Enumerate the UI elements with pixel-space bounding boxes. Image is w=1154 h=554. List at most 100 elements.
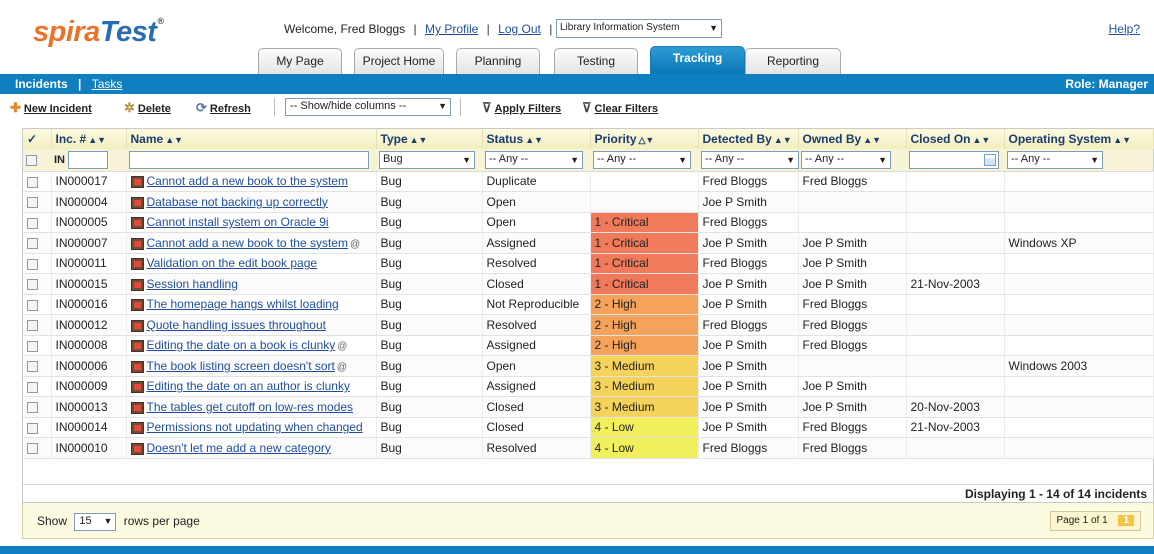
spiratest-logo[interactable]: spiraTest® [33,16,164,49]
os-filter-select[interactable]: -- Any -- ▼ [1007,150,1103,169]
page-number-button[interactable]: 1 [1118,515,1134,526]
incident-name-link[interactable]: Editing the date on a book is clunky [147,338,336,352]
table-row[interactable]: IN000013 The tables get cutoff on low-res… [23,396,1154,418]
table-row[interactable]: IN000012 Quote handling issues throughout… [23,314,1154,336]
owned-by-filter-select[interactable]: -- Any -- ▼ [801,150,891,169]
closed-on-filter-input[interactable] [909,150,999,169]
row-checkbox[interactable] [27,402,38,414]
attachment-icon: @ [337,341,348,353]
log-out-link[interactable]: Log Out [498,22,541,36]
show-hide-columns-select[interactable]: -- Show/hide columns -- ▼ [285,98,451,116]
table-row[interactable]: IN000005 Cannot install system on Oracle … [23,212,1154,233]
row-checkbox[interactable] [27,176,38,188]
apply-filters-button[interactable]: ⊽ Apply Filters [482,100,561,116]
incident-name-link[interactable]: Validation on the edit book page [147,256,318,270]
incident-name-link[interactable]: Doesn't let me add a new category [147,441,331,455]
column-header-type[interactable]: Type ▲▼ [376,129,483,149]
my-profile-link[interactable]: My Profile [425,22,478,36]
status-filter-select[interactable]: -- Any -- ▼ [485,150,583,169]
tab-my-page[interactable]: My Page [258,48,342,74]
incident-name-link[interactable]: Permissions not updating when changed [147,420,363,434]
column-header-operating-system[interactable]: Operating System ▲▼ [1004,129,1154,149]
table-row[interactable]: IN000016 The homepage hangs whilst loadin… [23,294,1154,315]
table-row[interactable]: IN000010 Doesn't let me add a new categor… [23,437,1154,459]
column-header-inc[interactable]: Inc. # ▲▼ [51,129,127,149]
row-checkbox[interactable] [27,258,38,270]
type-filter-select[interactable]: Bug ▼ [379,150,475,169]
incident-name-link[interactable]: The homepage hangs whilst loading [147,297,339,311]
table-row[interactable]: IN000007 Cannot add a new book to the sys… [23,232,1154,254]
tab-project-home[interactable]: Project Home [354,48,444,74]
refresh-button[interactable]: ⟳ Refresh [196,100,251,116]
filter-icon: ⊽ [582,100,592,115]
sort-arrows-icon[interactable]: ▲▼ [774,135,792,145]
incident-name-link[interactable]: The tables get cutoff on low-res modes [147,400,354,414]
incident-name-link[interactable]: Database not backing up correctly [147,195,328,209]
row-checkbox[interactable] [27,422,38,434]
cell-detected: Joe P Smith [698,376,799,397]
table-row[interactable]: IN000008 Editing the date on a book is cl… [23,335,1154,356]
table-row[interactable]: IN000017 Cannot add a new book to the sys… [23,171,1154,192]
subnav-incidents[interactable]: Incidents [15,77,68,91]
tab-reporting[interactable]: Reporting [745,48,841,74]
new-incident-button[interactable]: ✚ New Incident [10,100,92,116]
sort-arrows-icon[interactable]: ▲▼ [410,135,428,145]
incident-name-link[interactable]: The book listing screen doesn't sort [147,359,335,373]
name-filter-input[interactable] [129,150,369,169]
select-all-checkbox[interactable] [26,155,37,167]
row-checkbox[interactable] [27,381,38,393]
sort-arrows-icon[interactable]: ▲▼ [88,135,106,145]
table-row[interactable]: IN000004 Database not backing up correctl… [23,191,1154,213]
incident-name-link[interactable]: Cannot add a new book to the system [147,236,348,250]
table-row[interactable]: IN000009 Editing the date on an author is… [23,376,1154,397]
tab-tracking[interactable]: Tracking [650,46,745,74]
row-checkbox[interactable] [27,340,38,352]
column-header-owned-by[interactable]: Owned By ▲▼ [798,129,907,149]
help-link[interactable]: Help? [1109,22,1140,36]
table-row[interactable]: IN000011 Validation on the edit book page… [23,253,1154,274]
row-checkbox[interactable] [27,320,38,332]
table-row[interactable]: IN000014 Permissions not updating when ch… [23,417,1154,438]
column-header-status[interactable]: Status ▲▼ [482,129,591,149]
cell-type: Bug [376,191,483,213]
row-checkbox[interactable] [27,299,38,311]
row-checkbox[interactable] [27,238,38,250]
inc-filter-input[interactable] [68,150,109,169]
row-checkbox[interactable] [27,279,38,291]
delete-button[interactable]: ✲ Delete [124,100,171,116]
incident-name-link[interactable]: Session handling [147,277,238,291]
sort-arrows-icon[interactable]: ▲▼ [525,135,543,145]
column-header-detected-by[interactable]: Detected By ▲▼ [698,129,799,149]
row-checkbox[interactable] [27,361,38,373]
sort-arrows-icon[interactable]: ▲▼ [973,135,991,145]
sort-arrows-icon[interactable]: ▲▼ [165,135,183,145]
table-row[interactable]: IN000015 Session handling Bug Closed 1 - Cri… [23,273,1154,295]
subnav-tasks-link[interactable]: Tasks [92,77,123,91]
column-header-priority[interactable]: Priority △▼ [590,129,699,149]
project-select[interactable]: Library Information System ▼ [556,19,722,38]
table-header-row: ✓ Inc. # ▲▼ Name ▲▼ Type ▲▼ Status ▲▼ Priori… [23,129,1154,149]
table-row[interactable]: IN000006 The book listing screen doesn't … [23,355,1154,377]
row-checkbox[interactable] [27,197,38,209]
incident-icon [130,176,144,189]
rows-per-page-select[interactable]: 15 ▼ [74,513,117,531]
incident-name-link[interactable]: Cannot install system on Oracle 9i [147,215,329,229]
incident-name-link[interactable]: Quote handling issues throughout [147,318,326,332]
row-checkbox[interactable] [27,443,38,455]
cell-status: Resolved [482,437,591,459]
tab-planning[interactable]: Planning [456,48,540,74]
sort-arrows-icon[interactable]: △▼ [639,135,655,145]
tab-testing[interactable]: Testing [554,48,638,74]
detected-by-filter-select[interactable]: -- Any -- ▼ [701,150,799,169]
priority-filter-select[interactable]: -- Any -- ▼ [593,150,691,169]
incident-name-link[interactable]: Cannot add a new book to the system [147,174,348,188]
select-all-header[interactable]: ✓ [23,129,52,149]
sort-arrows-icon[interactable]: ▲▼ [863,135,881,145]
sort-arrows-icon[interactable]: ▲▼ [1113,135,1131,145]
column-header-closed-on[interactable]: Closed On ▲▼ [906,129,1005,149]
row-checkbox[interactable] [27,217,38,229]
calendar-icon[interactable] [984,153,996,166]
clear-filters-button[interactable]: ⊽ Clear Filters [582,100,658,116]
column-header-name[interactable]: Name ▲▼ [126,129,377,149]
incident-name-link[interactable]: Editing the date on an author is clunky [147,379,350,393]
